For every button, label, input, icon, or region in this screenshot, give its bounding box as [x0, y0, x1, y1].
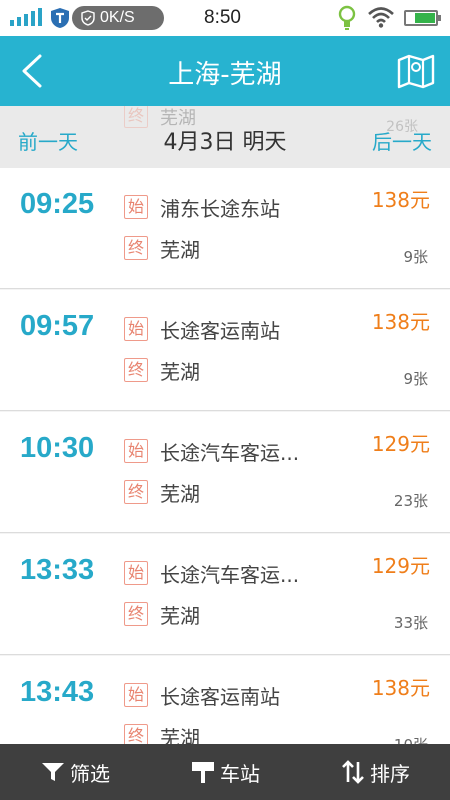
arrival-station: 芜湖: [160, 238, 200, 262]
trip-row[interactable]: 13:33 始 长途汽车客运... 终 芜湖 129元 33张: [0, 534, 450, 655]
departure-time: 10:30: [20, 432, 95, 464]
departure-time: 09:25: [20, 188, 95, 220]
status-bar: 0K/S 8:50: [0, 0, 450, 36]
lightbulb-icon: [338, 5, 356, 30]
start-tag: 始: [124, 195, 148, 219]
end-tag: 终: [124, 724, 148, 744]
start-tag: 始: [124, 561, 148, 585]
trip-row[interactable]: 09:57 始 长途客运南站 终 芜湖 138元 9张: [0, 290, 450, 411]
shield-outline-icon: [81, 10, 95, 26]
filter-label: 筛选: [70, 761, 110, 786]
funnel-icon: [42, 763, 64, 781]
ticket-price: 129元: [371, 554, 430, 578]
page-title: 上海-芜湖: [168, 60, 282, 90]
network-speed-text: 0K/S: [100, 9, 135, 26]
start-tag: 始: [124, 683, 148, 707]
trip-row[interactable]: 09:25 始 浦东长途东站 终 芜湖 138元 9张: [0, 168, 450, 289]
tickets-remaining: 10张: [394, 734, 428, 744]
arrival-station: 芜湖: [160, 604, 200, 628]
departure-station: 长途汽车客运...: [160, 441, 300, 465]
filter-button[interactable]: 筛选: [0, 744, 150, 800]
sort-arrows-icon: [342, 760, 364, 784]
tickets-remaining: 9张: [403, 370, 428, 388]
bus-stop-sign-icon: [192, 762, 214, 783]
tickets-remaining: 9张: [403, 248, 428, 266]
end-tag: 终: [124, 602, 148, 626]
ticket-price: 138元: [371, 188, 430, 212]
next-day-button[interactable]: 后一天: [372, 126, 432, 155]
bottom-toolbar: 筛选 车站 排序: [0, 744, 450, 800]
network-speed-badge: 0K/S: [72, 6, 164, 30]
tickets-remaining: 23张: [393, 492, 428, 510]
arrival-station: 芜湖: [160, 360, 200, 384]
station-button[interactable]: 车站: [150, 744, 300, 800]
arrival-station: 芜湖: [160, 482, 200, 506]
start-tag: 始: [124, 317, 148, 341]
arrival-station: 芜湖: [160, 726, 200, 744]
battery-icon: [404, 10, 441, 26]
trip-list: 09:25 始 浦东长途东站 终 芜湖 138元 9张 09:57 始 长途客运…: [0, 168, 450, 744]
departure-station: 长途客运南站: [160, 685, 280, 709]
ticket-price: 138元: [371, 676, 430, 700]
map-icon[interactable]: [396, 52, 436, 90]
departure-station: 长途客运南站: [160, 319, 280, 343]
app-header: 上海-芜湖: [0, 36, 450, 106]
shield-icon: [51, 8, 69, 28]
station-label: 车站: [220, 761, 260, 786]
sort-label: 排序: [370, 761, 410, 786]
trip-row[interactable]: 10:30 始 长途汽车客运... 终 芜湖 129元 23张: [0, 412, 450, 533]
trip-row[interactable]: 13:43 始 长途客运南站 终 芜湖 138元 10张: [0, 656, 450, 744]
departure-station: 长途汽车客运...: [160, 563, 300, 587]
date-navigation-bar: 终 芜湖 26张 前一天 4月3日 明天 后一天: [0, 106, 450, 168]
signal-strength-icon: [10, 8, 42, 26]
departure-station: 浦东长途东站: [160, 197, 280, 221]
start-tag: 始: [124, 439, 148, 463]
end-tag: 终: [124, 358, 148, 382]
sort-button[interactable]: 排序: [300, 744, 450, 800]
departure-time: 09:57: [20, 310, 95, 342]
tickets-remaining: 33张: [393, 614, 428, 632]
departure-time: 13:43: [20, 676, 95, 708]
ticket-price: 129元: [371, 432, 430, 456]
departure-time: 13:33: [20, 554, 95, 586]
clock: 8:50: [204, 7, 241, 28]
end-tag: 终: [124, 480, 148, 504]
end-tag: 终: [124, 236, 148, 260]
wifi-icon: [368, 7, 394, 28]
ticket-price: 138元: [371, 310, 430, 334]
